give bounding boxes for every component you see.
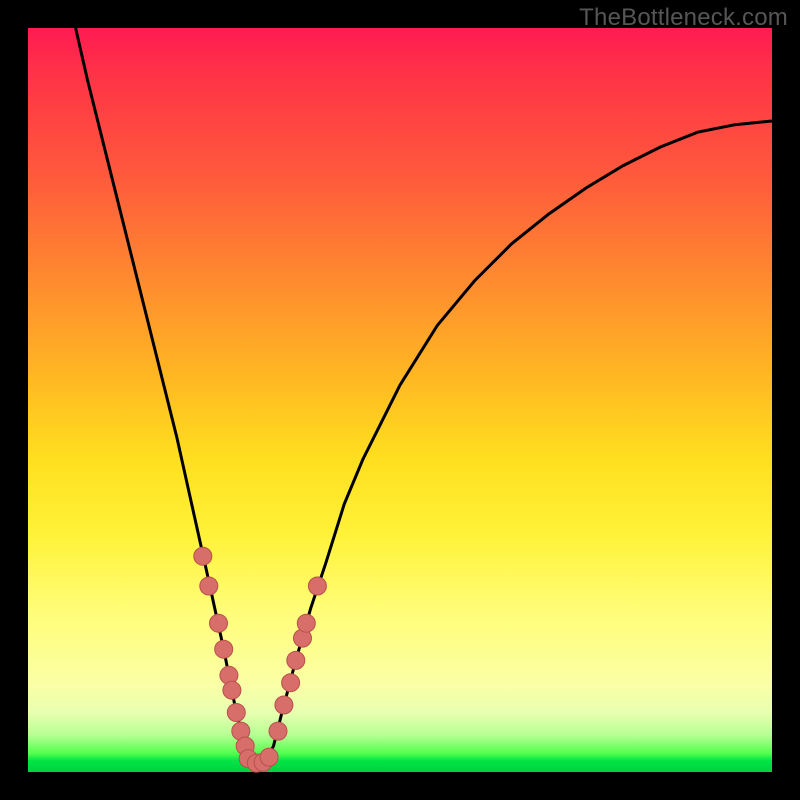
marker-dot <box>215 640 233 658</box>
marker-dot <box>269 722 287 740</box>
bottleneck-curve <box>76 28 772 763</box>
marker-dot <box>297 614 315 632</box>
marker-dot <box>194 547 212 565</box>
marker-dot <box>210 614 228 632</box>
marker-dot <box>200 577 218 595</box>
marker-dot <box>287 651 305 669</box>
marker-dot <box>260 748 278 766</box>
curve-line <box>76 28 772 763</box>
watermark-label: TheBottleneck.com <box>579 4 788 32</box>
chart-frame: TheBottleneck.com <box>0 0 800 800</box>
marker-dot <box>282 674 300 692</box>
chart-svg <box>28 28 772 772</box>
marker-dot <box>223 681 241 699</box>
marker-dot <box>227 704 245 722</box>
marker-dot <box>308 577 326 595</box>
highlighted-points-group <box>194 547 327 772</box>
marker-dot <box>275 696 293 714</box>
